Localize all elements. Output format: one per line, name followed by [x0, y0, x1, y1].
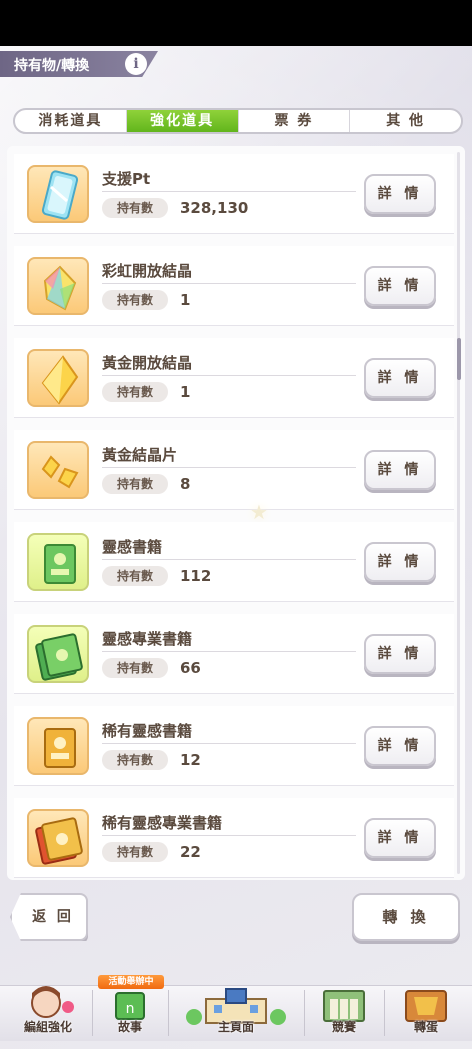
- item-name: 稀有靈感書籍: [102, 722, 193, 740]
- divider: [102, 559, 356, 560]
- tab-others[interactable]: 其 他: [350, 110, 461, 132]
- count-value: 328,130: [180, 199, 249, 217]
- detail-button[interactable]: 詳 情: [364, 542, 436, 582]
- nav-story[interactable]: n 故事: [94, 985, 166, 1041]
- rare-inspiration-book-icon: [27, 717, 89, 775]
- divider: [102, 743, 356, 744]
- item-name: 黃金開放結晶: [102, 354, 193, 372]
- detail-button[interactable]: 詳 情: [364, 174, 436, 214]
- list-item: 稀有靈感專業書籍 持有數 22 詳 情: [14, 798, 454, 878]
- divider: [102, 835, 356, 836]
- convert-button[interactable]: 轉 換: [352, 893, 460, 941]
- count-value: 66: [180, 659, 201, 677]
- count-label: 持有數: [102, 198, 168, 218]
- star-icon: ★: [250, 500, 268, 524]
- item-name: 靈感書籍: [102, 538, 163, 556]
- detail-button[interactable]: 詳 情: [364, 266, 436, 306]
- nav-divider: [304, 990, 305, 1036]
- nav-race[interactable]: 競賽: [306, 985, 382, 1041]
- count-label: 持有數: [102, 290, 168, 310]
- nav-divider: [384, 990, 385, 1036]
- scrollbar-track[interactable]: [457, 152, 460, 874]
- gold-crystal-shard-icon: [27, 441, 89, 499]
- inspiration-pro-book-icon: [27, 625, 89, 683]
- count-value: 8: [180, 475, 191, 493]
- page-title: 持有物/轉換: [14, 58, 90, 74]
- list-item: 黃金開放結晶 持有數 1 詳 情: [14, 338, 454, 418]
- nav-label: 故事: [117, 1020, 142, 1034]
- count-label: 持有數: [102, 750, 168, 770]
- nav-divider: [168, 990, 169, 1036]
- nav-home[interactable]: 主頁面: [170, 985, 302, 1041]
- count-value: 22: [180, 843, 201, 861]
- list-item: 支援Pt 持有數 328,130 詳 情: [14, 154, 454, 234]
- list-item: 彩虹開放結晶 持有數 1 詳 情: [14, 246, 454, 326]
- count-value: 12: [180, 751, 201, 769]
- back-button[interactable]: 返 回: [10, 893, 88, 941]
- nav-label: 編組強化: [23, 1020, 72, 1034]
- item-name: 靈感專業書籍: [102, 630, 193, 648]
- count-label: 持有數: [102, 474, 168, 494]
- nav-label: 主頁面: [217, 1020, 254, 1034]
- nav-label: 競賽: [331, 1020, 356, 1034]
- tab-consumables[interactable]: 消耗道具: [15, 110, 127, 132]
- svg-text:n: n: [126, 1001, 135, 1017]
- count-label: 持有數: [102, 842, 168, 862]
- count-label: 持有數: [102, 658, 168, 678]
- count-value: 112: [180, 567, 212, 585]
- count-value: 1: [180, 291, 191, 309]
- rainbow-crystal-icon: [27, 257, 89, 315]
- list-item: 稀有靈感書籍 持有數 12 詳 情: [14, 706, 454, 786]
- tab-tickets[interactable]: 票 券: [239, 110, 351, 132]
- detail-button[interactable]: 詳 情: [364, 450, 436, 490]
- detail-button[interactable]: 詳 情: [364, 818, 436, 858]
- divider: [102, 375, 356, 376]
- gold-crystal-icon: [27, 349, 89, 407]
- status-bar: [0, 0, 472, 46]
- scrollbar-thumb[interactable]: [457, 338, 461, 380]
- detail-button[interactable]: 詳 情: [364, 726, 436, 766]
- list-item: 黃金結晶片 持有數 8 詳 情: [14, 430, 454, 510]
- nav-team-enhance[interactable]: 編組強化: [6, 985, 90, 1041]
- detail-button[interactable]: 詳 情: [364, 358, 436, 398]
- inspiration-book-icon: [27, 533, 89, 591]
- divider: [102, 283, 356, 284]
- item-name: 稀有靈感專業書籍: [102, 814, 223, 832]
- item-name: 支援Pt: [102, 170, 151, 188]
- divider: [102, 467, 356, 468]
- item-name: 黃金結晶片: [102, 446, 178, 464]
- count-value: 1: [180, 383, 191, 401]
- info-icon[interactable]: i: [125, 53, 147, 75]
- nav-divider: [92, 990, 93, 1036]
- nav-label: 轉蛋: [413, 1020, 438, 1034]
- tab-enhancement[interactable]: 強化道具: [126, 110, 239, 132]
- list-item: 靈感專業書籍 持有數 66 詳 情: [14, 614, 454, 694]
- category-tabs: 消耗道具 強化道具 票 券 其 他: [13, 108, 463, 134]
- detail-button[interactable]: 詳 情: [364, 634, 436, 674]
- count-label: 持有數: [102, 382, 168, 402]
- item-name: 彩虹開放結晶: [102, 262, 193, 280]
- nav-gacha[interactable]: 轉蛋: [386, 985, 466, 1041]
- divider: [102, 651, 356, 652]
- count-label: 持有數: [102, 566, 168, 586]
- rare-inspiration-pro-book-icon: [27, 809, 89, 867]
- divider: [102, 191, 356, 192]
- list-item: 靈感書籍 持有數 112 詳 情: [14, 522, 454, 602]
- support-pt-card-icon: [27, 165, 89, 223]
